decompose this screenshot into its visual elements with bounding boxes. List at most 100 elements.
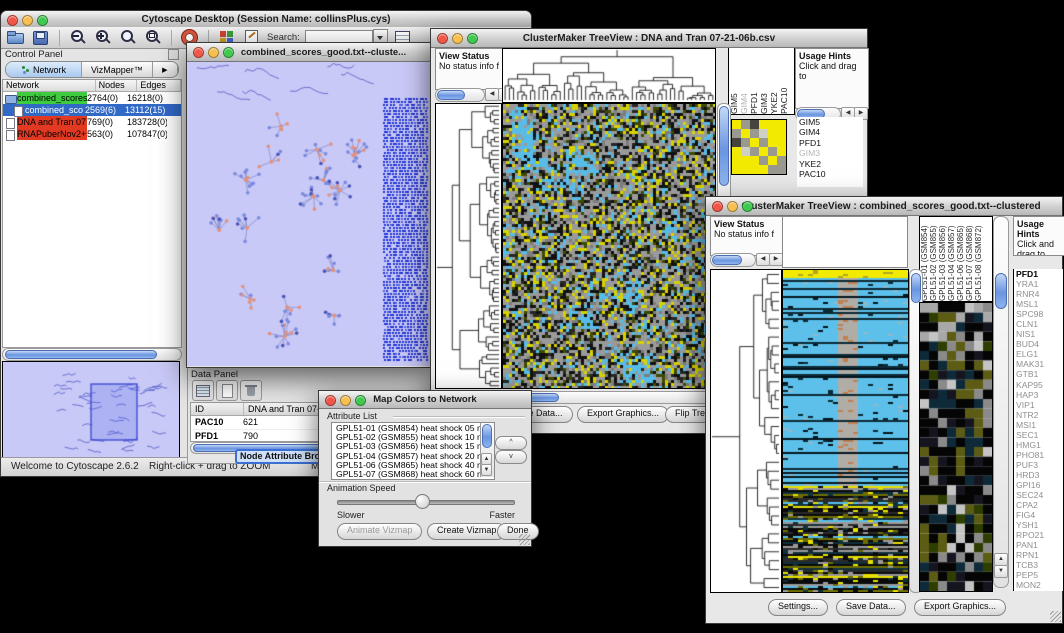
treeview2-hscrollbar-left[interactable]: [710, 253, 756, 267]
treeview1-hscrollbar-left[interactable]: [435, 88, 485, 102]
save-data-button[interactable]: Save Data...: [836, 599, 906, 616]
dialog-titlebar[interactable]: Map Colors to Network: [319, 391, 531, 409]
row-dendrogram[interactable]: [710, 269, 782, 593]
settings-button[interactable]: Settings...: [768, 599, 828, 616]
attribute-list-item[interactable]: GPL51-04 (GSM857) heat shock 20 min: [334, 452, 482, 461]
row-id: PAC10: [191, 416, 239, 429]
scrollbar-thumb[interactable]: [712, 255, 742, 265]
attribute-list-item[interactable]: GPL51-01 (GSM854) heat shock 05 min: [334, 424, 482, 433]
main-titlebar[interactable]: Cytoscape Desktop (Session Name: collins…: [1, 11, 531, 28]
done-button[interactable]: Done: [497, 523, 539, 540]
zoom-window-icon[interactable]: [742, 201, 753, 212]
export-graphics-button[interactable]: Export Graphics...: [914, 599, 1006, 616]
network-tree-row[interactable]: RNAPuberNov2+563(0)107847(0): [3, 128, 181, 140]
network-canvas[interactable]: [187, 62, 430, 366]
row-dendrogram[interactable]: [435, 103, 502, 389]
close-icon[interactable]: [712, 201, 723, 212]
close-icon[interactable]: [325, 395, 336, 406]
open-session-icon[interactable]: [6, 28, 26, 47]
column-header[interactable]: Edges: [137, 80, 181, 91]
select-attributes-icon[interactable]: [192, 380, 214, 401]
zoom-out-icon[interactable]: [68, 28, 88, 47]
resize-grip[interactable]: [519, 534, 530, 545]
zoom-window-icon[interactable]: [37, 15, 48, 26]
network-tree-row[interactable]: combined_sco2569(6)13112(15): [3, 104, 181, 116]
column-header[interactable]: Nodes: [96, 80, 138, 91]
gene-label: HMG1: [1016, 440, 1063, 450]
control-panel-hscrollbar[interactable]: [2, 348, 182, 361]
speed-slider-thumb[interactable]: [415, 494, 430, 509]
close-icon[interactable]: [7, 15, 18, 26]
resize-grip[interactable]: [1050, 611, 1061, 622]
tab-vizmapper[interactable]: VizMapper™: [82, 62, 153, 77]
scrollbar-thumb[interactable]: [719, 106, 729, 186]
minimize-icon[interactable]: [208, 47, 219, 58]
heatmap-canvas[interactable]: [783, 270, 908, 592]
zoom-window-icon[interactable]: [467, 33, 478, 44]
zoom-selected-icon[interactable]: [143, 28, 163, 47]
row-dendrogram-canvas[interactable]: [711, 270, 781, 592]
attribute-list-item[interactable]: GPL51-03 (GSM856) heat shock 15 min: [334, 442, 482, 451]
data-panel-title: Data Panel: [191, 369, 238, 380]
zoom-heatmap-matrix[interactable]: [731, 119, 787, 175]
zoom-window-icon[interactable]: [223, 47, 234, 58]
network-overview-canvas[interactable]: [3, 362, 179, 457]
heatmap-main[interactable]: [782, 269, 909, 593]
network-tree-row[interactable]: DNA and Tran 07769(0)183728(0): [3, 116, 181, 128]
save-session-icon[interactable]: [31, 28, 51, 47]
export-graphics-button[interactable]: Export Graphics...: [577, 406, 669, 423]
scrollbar-thumb[interactable]: [5, 350, 157, 359]
delete-attribute-icon[interactable]: [240, 380, 262, 401]
gene-label: KAP95: [1016, 380, 1063, 390]
attribute-listbox[interactable]: GPL51-01 (GSM854) heat shock 05 minGPL51…: [331, 422, 495, 480]
close-icon[interactable]: [193, 47, 204, 58]
zoom-in-icon[interactable]: [93, 28, 113, 47]
listbox-vscrollbar[interactable]: ▲ ▼: [480, 423, 494, 477]
new-attribute-icon[interactable]: [216, 380, 238, 401]
heatmap-main[interactable]: [502, 103, 716, 389]
scroll-left-icon[interactable]: ◀: [756, 253, 770, 266]
heatmap-canvas[interactable]: [503, 104, 715, 388]
create-vizmap-button[interactable]: Create Vizmap: [427, 523, 506, 540]
network-overview-panel[interactable]: [2, 361, 180, 458]
gene-label: PHO81: [1016, 450, 1063, 460]
minimize-icon[interactable]: [727, 201, 738, 212]
row-dendrogram-canvas[interactable]: [436, 104, 501, 388]
treeview1-titlebar[interactable]: ClusterMaker TreeView : DNA and Tran 07-…: [431, 29, 867, 48]
gene-label: ELG1: [1016, 349, 1063, 359]
column-header[interactable]: Network: [3, 80, 96, 91]
minimize-icon[interactable]: [22, 15, 33, 26]
scrollbar-thumb[interactable]: [437, 90, 465, 100]
column-dendrogram-area[interactable]: [782, 216, 908, 268]
heatmap-hscrollbar[interactable]: [502, 391, 718, 404]
network-view-titlebar[interactable]: combined_scores_good.txt--cluste...: [187, 43, 432, 62]
scrollbar-thumb[interactable]: [482, 424, 492, 448]
zoom-window-icon[interactable]: [355, 395, 366, 406]
move-up-button[interactable]: ^: [495, 436, 527, 450]
scroll-left-icon[interactable]: ◀: [485, 88, 499, 101]
close-icon[interactable]: [437, 33, 448, 44]
scrollbar-thumb[interactable]: [911, 273, 921, 303]
tab-network[interactable]: Network: [6, 62, 82, 77]
scroll-right-icon[interactable]: ▶: [769, 253, 783, 266]
animate-vizmap-button[interactable]: Animate Vizmap: [337, 523, 422, 540]
zoom-vscrollbar[interactable]: ▲ ▼: [993, 216, 1009, 588]
zoom-heatmap-canvas[interactable]: [920, 303, 992, 591]
attribute-list-item[interactable]: GPL51-02 (GSM855) heat shock 10 min: [334, 433, 482, 442]
move-down-button[interactable]: v: [495, 450, 527, 464]
scrollbar-thumb[interactable]: [995, 273, 1007, 309]
attribute-list-item[interactable]: GPL51-06 (GSM865) heat shock 40 min: [334, 461, 482, 470]
treeview2-titlebar[interactable]: ClusterMaker TreeView : combined_scores_…: [706, 197, 1062, 216]
float-panel-icon[interactable]: [168, 49, 179, 60]
zoom-heatmap[interactable]: [919, 302, 993, 592]
column-dendrogram-canvas[interactable]: [503, 49, 715, 102]
minimize-icon[interactable]: [452, 33, 463, 44]
network-tree-row[interactable]: combined_scores2764(0)16218(0): [3, 92, 181, 104]
tab-overflow-button[interactable]: ▶: [153, 62, 178, 77]
column-dendrogram[interactable]: [502, 48, 716, 103]
minimize-icon[interactable]: [340, 395, 351, 406]
zoom-fit-icon[interactable]: [118, 28, 138, 47]
attribute-list-item[interactable]: GPL51-07 (GSM868) heat shock 60 min: [334, 470, 482, 479]
scroll-down-icon[interactable]: ▼: [481, 464, 492, 476]
scroll-down-icon[interactable]: ▼: [994, 565, 1008, 578]
